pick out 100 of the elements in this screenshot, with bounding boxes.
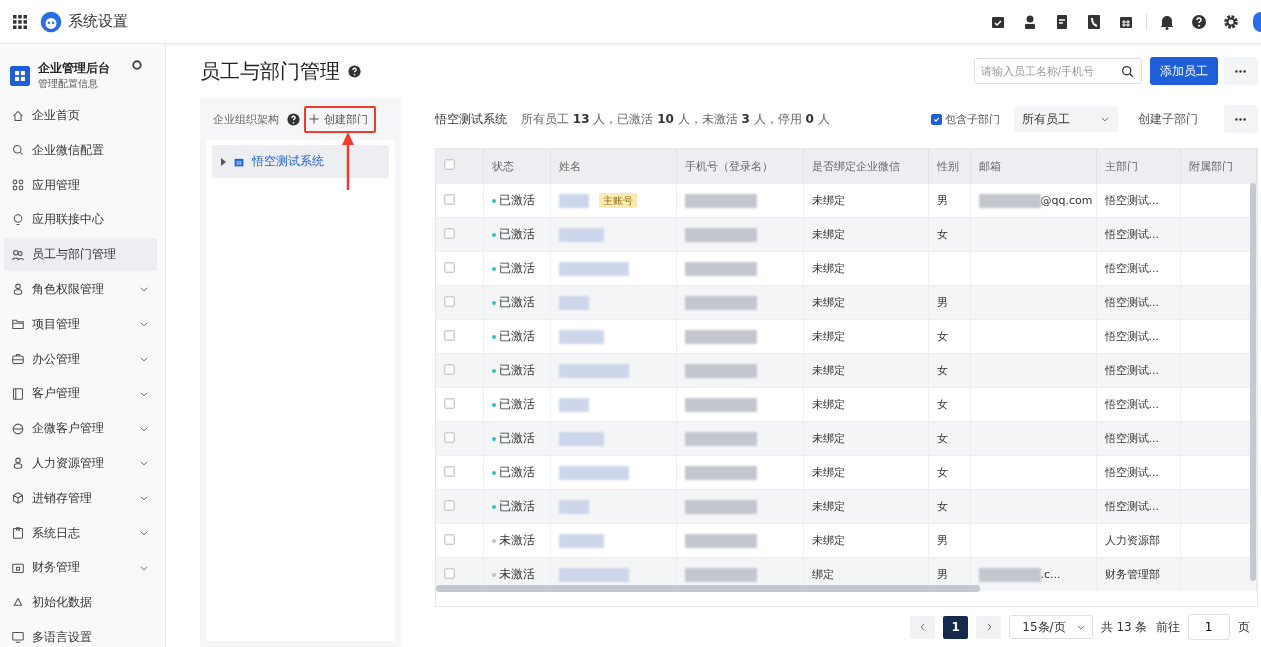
create-subdepartment-button[interactable]: 创建子部门: [1131, 109, 1204, 129]
sidebar-item[interactable]: 角色权限管理: [4, 273, 157, 306]
sidebar-item[interactable]: 应用管理: [4, 168, 157, 202]
bulb-icon: [12, 213, 24, 226]
redacted-name: [558, 533, 604, 548]
sidebar-item[interactable]: 应用联接中心: [4, 203, 157, 237]
briefcase-icon: [12, 353, 24, 366]
person-icon: [12, 457, 24, 470]
row-checkbox[interactable]: [444, 533, 455, 545]
avatar[interactable]: [1253, 11, 1261, 32]
column-header: 附属部门: [1180, 149, 1256, 184]
row-checkbox[interactable]: [444, 261, 455, 273]
status-text: 已激活: [498, 328, 535, 345]
column-header: 邮箱: [970, 149, 1096, 184]
add-employee-button[interactable]: 添加员工: [1149, 57, 1218, 85]
table-cell: 女: [928, 353, 970, 388]
redacted-name: [558, 261, 629, 276]
help-icon[interactable]: [287, 112, 300, 126]
department-title: 悟空测试系统: [435, 110, 507, 128]
previous-page-button[interactable]: [910, 615, 936, 639]
sidebar-item[interactable]: 客户管理: [4, 377, 157, 411]
redacted-name: [558, 329, 604, 344]
row-checkbox[interactable]: [444, 499, 455, 511]
column-header: 性别: [928, 149, 970, 184]
globe-icon: [12, 422, 24, 435]
table-cell: 男: [928, 285, 970, 320]
status-text: 已激活: [498, 362, 535, 379]
row-checkbox[interactable]: [444, 567, 455, 579]
more-button[interactable]: [1223, 105, 1258, 133]
more-button[interactable]: [1223, 57, 1258, 85]
sidebar-item[interactable]: 项目管理: [4, 307, 157, 341]
search-icon: [1120, 65, 1134, 78]
checkbox-icon[interactable]: [444, 159, 455, 170]
cube-icon: [12, 492, 24, 505]
sidebar-item[interactable]: 初始化数据: [4, 586, 157, 620]
table-cell: 未绑定: [803, 489, 928, 524]
row-checkbox[interactable]: [444, 295, 455, 307]
grid-icon: [12, 179, 24, 192]
tree-node[interactable]: 悟空测试系统: [212, 145, 389, 178]
home-icon: [12, 109, 24, 122]
row-checkbox[interactable]: [444, 227, 455, 239]
sidebar-item[interactable]: 企业微信配置: [4, 133, 157, 167]
chevron-down-icon: [1099, 114, 1110, 124]
status-text: 已激活: [498, 396, 535, 413]
sidebar-item[interactable]: 系统日志: [4, 516, 157, 550]
chevron-down-icon: [1075, 622, 1086, 632]
table-cell: 未绑定: [803, 217, 928, 252]
app-grid-icon[interactable]: [12, 13, 28, 30]
app-logo-icon: [10, 66, 30, 86]
page-size-select[interactable]: 15条/页: [1009, 615, 1093, 639]
status-text: 已激活: [498, 498, 535, 515]
help-icon[interactable]: [348, 64, 361, 78]
sidebar-subtitle: 管理配置信息: [38, 77, 99, 91]
sidebar-item[interactable]: 进销存管理: [4, 481, 157, 515]
main-account-badge: 主账号: [598, 192, 637, 208]
redacted-name: [558, 363, 629, 378]
person-icon: [12, 283, 24, 296]
sidebar-item[interactable]: 财务管理: [4, 551, 157, 585]
sidebar-item[interactable]: 企微客户管理: [4, 412, 157, 446]
person-icon[interactable]: [1022, 13, 1038, 30]
sidebar-item[interactable]: 办公管理: [4, 342, 157, 376]
goto-page-field[interactable]: 1: [1187, 614, 1230, 640]
row-checkbox[interactable]: [444, 465, 455, 477]
column-header: 是否绑定企业微信: [803, 149, 928, 184]
status-text: 已激活: [498, 430, 535, 447]
page-button[interactable]: 1: [943, 615, 969, 639]
table-cell: 悟空测试...: [1096, 217, 1180, 252]
book-icon: [12, 387, 24, 400]
next-page-button[interactable]: [976, 615, 1002, 639]
sidebar-item[interactable]: 企业首页: [4, 99, 157, 132]
row-checkbox[interactable]: [444, 431, 455, 443]
table-cell: 未绑定: [803, 353, 928, 388]
row-checkbox[interactable]: [444, 397, 455, 409]
bell-icon[interactable]: [1159, 13, 1175, 30]
row-checkbox[interactable]: [444, 363, 455, 375]
help-icon[interactable]: [1191, 13, 1207, 30]
document-icon[interactable]: [1054, 13, 1070, 30]
status-text: 未激活: [498, 532, 535, 549]
building-icon: [234, 156, 244, 167]
settings-dot-icon[interactable]: [132, 60, 142, 70]
plus-icon: [308, 113, 320, 125]
phone-book-icon[interactable]: [1086, 13, 1102, 30]
sidebar-item[interactable]: 人力资源管理: [4, 446, 157, 480]
employee-filter-select[interactable]: 所有员工: [1013, 106, 1118, 132]
row-checkbox[interactable]: [444, 329, 455, 341]
row-checkbox[interactable]: [444, 193, 455, 205]
people-icon: [12, 248, 24, 261]
monitor-icon: [12, 631, 24, 644]
create-department-button[interactable]: 创建部门: [304, 105, 376, 133]
table-cell: 女: [928, 217, 970, 252]
include-sub-checkbox[interactable]: 包含子部门: [930, 111, 1000, 127]
sidebar-item[interactable]: 多语言设置: [4, 620, 157, 647]
settings-icon[interactable]: [1223, 13, 1239, 30]
sidebar-item[interactable]: 员工与部门管理: [4, 238, 157, 272]
scrollbar[interactable]: [1249, 183, 1256, 581]
search-field[interactable]: 请输入员工名称/手机号: [973, 58, 1142, 84]
status-text: 已激活: [498, 226, 535, 243]
scrollbar[interactable]: [436, 585, 980, 592]
clipboard-icon: [12, 527, 24, 540]
redacted-email: [978, 567, 1041, 582]
